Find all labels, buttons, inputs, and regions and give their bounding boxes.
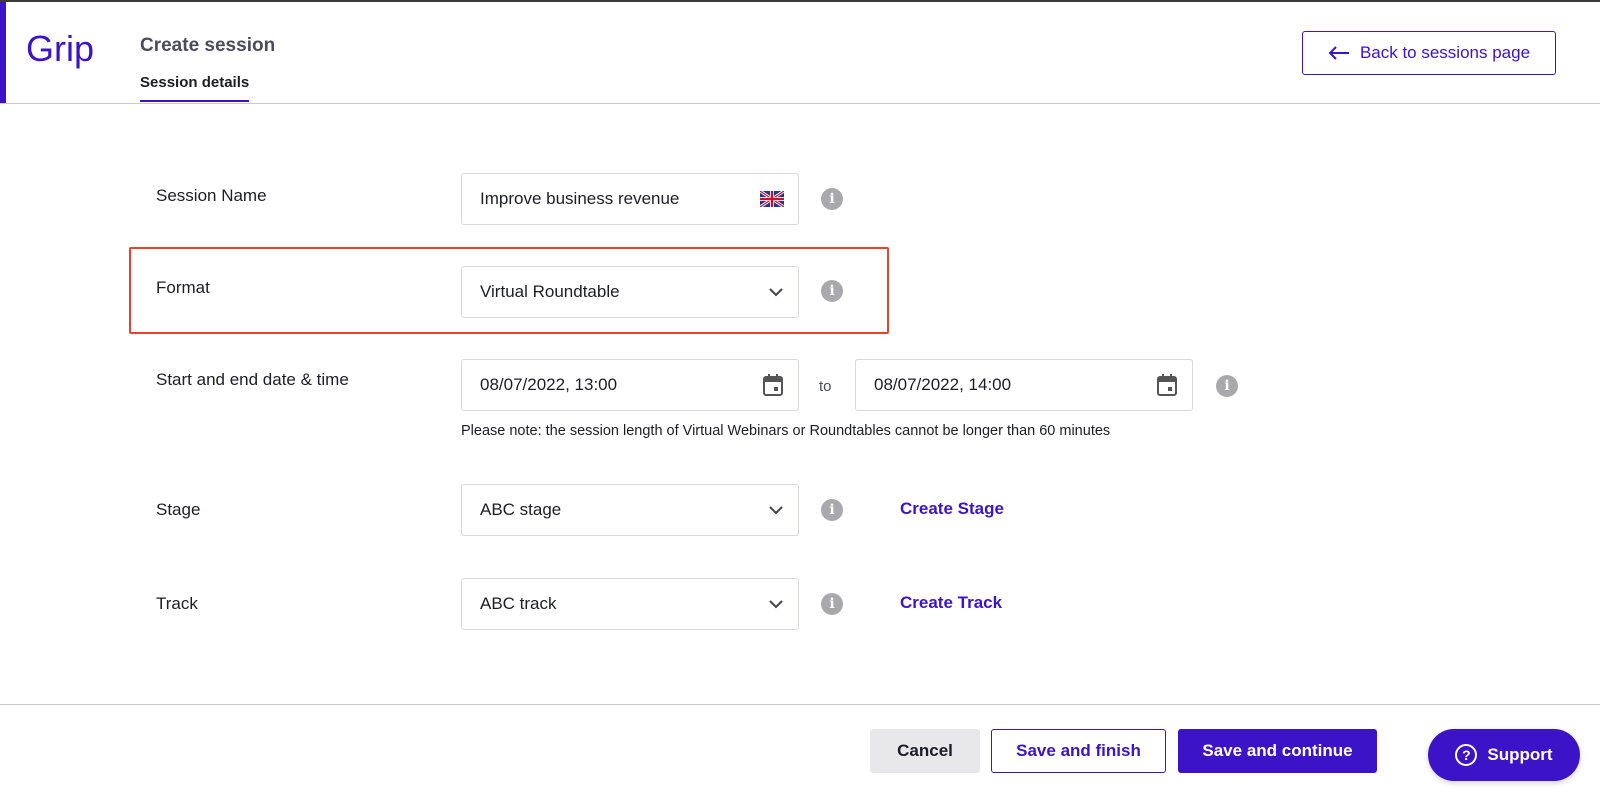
stage-value: ABC stage: [480, 500, 562, 519]
session-name-value: Improve business revenue: [480, 189, 680, 208]
format-value: Virtual Roundtable: [480, 282, 620, 301]
stage-info-icon[interactable]: i: [821, 499, 843, 521]
support-button[interactable]: ? Support: [1428, 729, 1580, 781]
end-datetime-input[interactable]: 08/07/2022, 14:00: [855, 359, 1193, 411]
create-stage-link[interactable]: Create Stage: [900, 499, 1004, 519]
save-and-continue-button[interactable]: Save and continue: [1178, 729, 1377, 773]
calendar-icon[interactable]: [1156, 373, 1178, 397]
format-label: Format: [156, 278, 210, 297]
track-select[interactable]: ABC track: [461, 578, 799, 630]
format-info-icon[interactable]: i: [821, 280, 843, 302]
page-title: Create session: [140, 35, 276, 56]
svg-text:Grip: Grip: [26, 28, 94, 69]
track-label: Track: [156, 594, 198, 613]
datetime-label: Start and end date & time: [156, 370, 349, 389]
chevron-down-icon: [768, 505, 784, 515]
start-datetime-value: 08/07/2022, 13:00: [480, 375, 618, 394]
page-header: Grip Create session Session details Back…: [0, 2, 1600, 104]
support-label: Support: [1487, 745, 1553, 764]
end-datetime-value: 08/07/2022, 14:00: [874, 375, 1012, 394]
save-and-finish-button[interactable]: Save and finish: [991, 729, 1166, 773]
language-flag: [760, 191, 784, 207]
chevron-down-icon: [768, 287, 784, 297]
track-value: ABC track: [480, 594, 557, 613]
grip-logo[interactable]: Grip: [26, 28, 102, 72]
form-footer: Cancel Save and finish Save and continue: [0, 704, 1600, 793]
accent-bar: [0, 2, 6, 103]
session-length-note: Please note: the session length of Virtu…: [461, 423, 1111, 439]
create-track-link[interactable]: Create Track: [900, 593, 1002, 613]
start-datetime-input[interactable]: 08/07/2022, 13:00: [461, 359, 799, 411]
track-info-icon[interactable]: i: [821, 593, 843, 615]
uk-flag-icon[interactable]: [760, 191, 784, 207]
stage-label: Stage: [156, 500, 201, 519]
session-name-input[interactable]: Improve business revenue: [461, 173, 799, 225]
back-button-label: Back to sessions page: [1359, 43, 1531, 62]
app-window: Grip Create session Session details Back…: [0, 0, 1600, 793]
tab-session-details[interactable]: Session details: [140, 74, 250, 102]
help-icon: ?: [1455, 744, 1478, 766]
stage-select[interactable]: ABC stage: [461, 484, 799, 536]
cancel-button[interactable]: Cancel: [870, 729, 980, 773]
calendar-icon[interactable]: [762, 373, 784, 397]
format-select[interactable]: Virtual Roundtable: [461, 266, 799, 318]
session-name-label: Session Name: [156, 186, 267, 205]
back-to-sessions-button[interactable]: Back to sessions page: [1302, 31, 1556, 75]
session-name-info-icon[interactable]: i: [821, 188, 843, 210]
datetime-info-icon[interactable]: i: [1216, 375, 1238, 397]
chevron-down-icon: [768, 599, 784, 609]
datetime-separator: to: [819, 378, 832, 395]
arrow-left-icon: [1328, 46, 1349, 60]
